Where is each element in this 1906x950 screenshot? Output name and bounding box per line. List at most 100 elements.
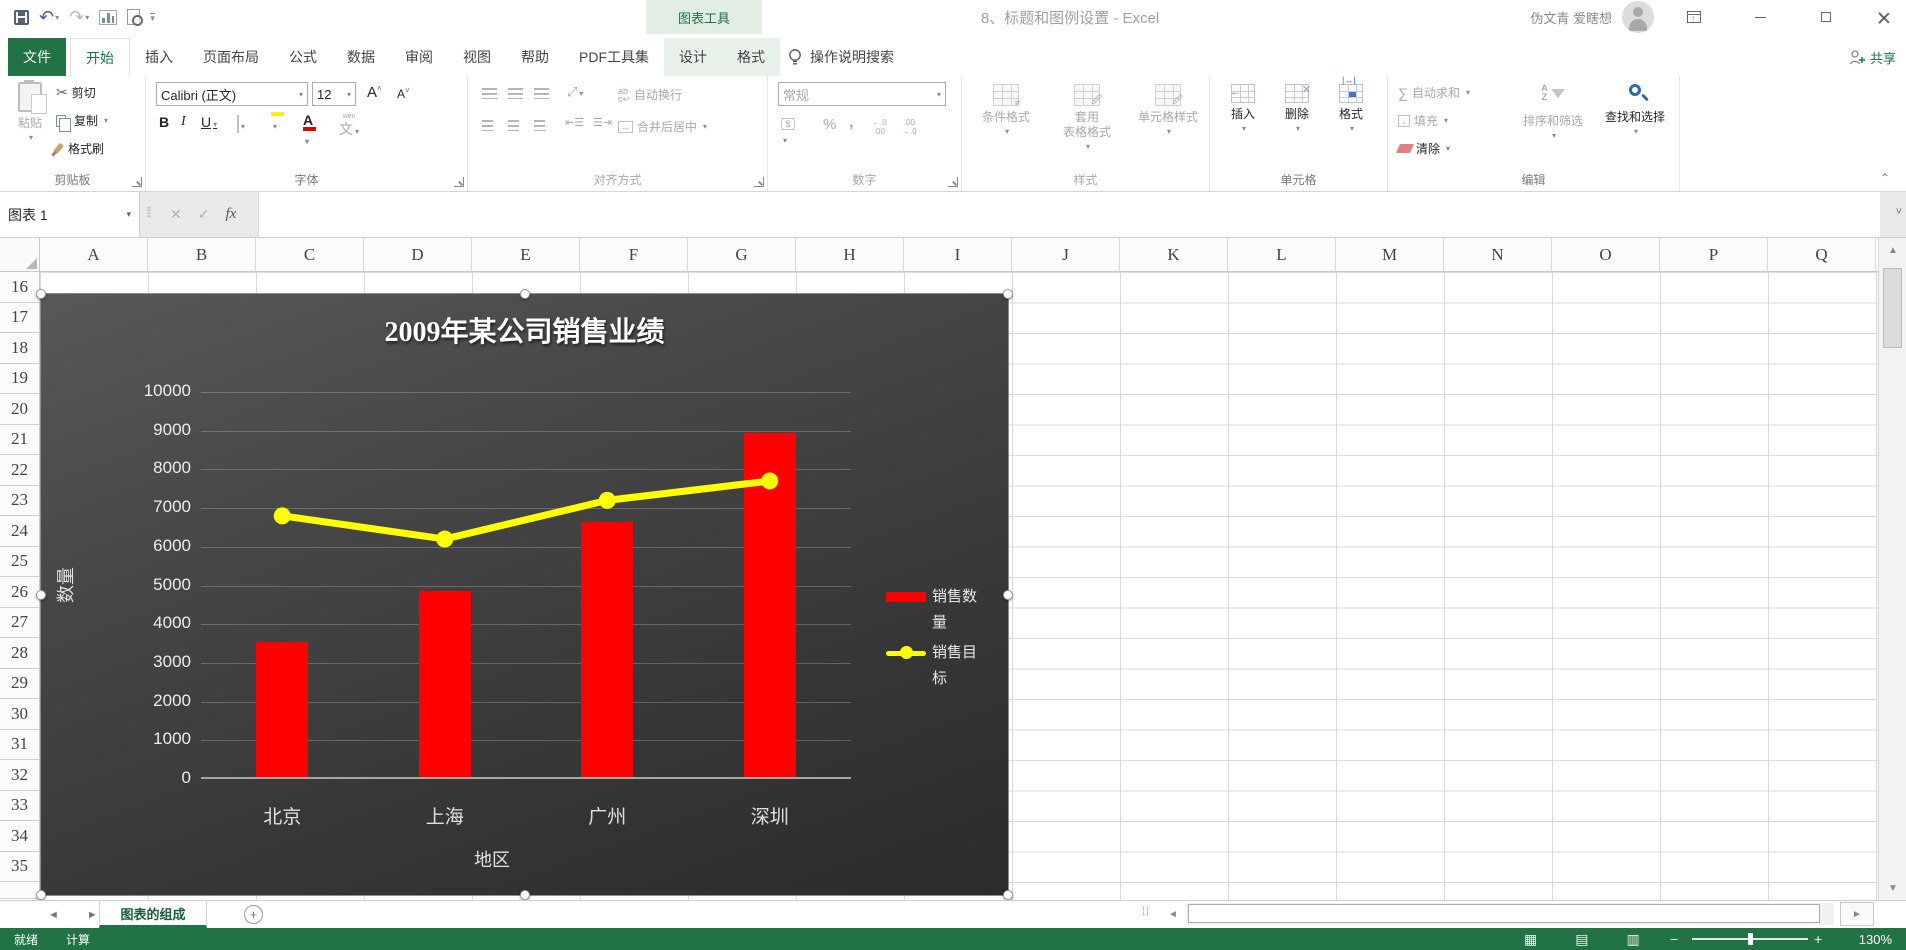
row-header-16[interactable]: 16 xyxy=(0,272,40,303)
chart-tool-button[interactable] xyxy=(99,9,118,25)
tab-file[interactable]: 文件 xyxy=(8,38,66,76)
account-name[interactable]: 伪文青 爱瞎想 xyxy=(1530,0,1612,34)
expand-formula-bar-button[interactable]: ˅ xyxy=(1896,206,1902,218)
currency-button[interactable]: $ xyxy=(778,118,798,146)
column-header-A[interactable]: A xyxy=(40,238,148,271)
comma-button[interactable]: , xyxy=(846,112,857,132)
sheet-tab-active[interactable]: 图表的组成 xyxy=(99,901,207,928)
name-box-dropdown-icon[interactable]: ▾ xyxy=(126,209,131,220)
row-header-18[interactable]: 18 xyxy=(0,333,40,364)
align-middle-icon[interactable] xyxy=(508,88,523,99)
number-format-combo[interactable]: 常规 xyxy=(778,82,946,106)
formula-bar-splitter[interactable]: ⁞⁞ xyxy=(146,204,152,220)
ribbon-display-options-button[interactable] xyxy=(1672,0,1716,34)
tab-页面布局[interactable]: 页面布局 xyxy=(188,38,274,76)
underline-button[interactable]: U xyxy=(198,114,220,130)
customize-qat-button[interactable]: ▾ xyxy=(150,12,155,22)
share-button[interactable]: 共享 xyxy=(1849,38,1896,76)
row-header-19[interactable]: 19 xyxy=(0,363,40,394)
row-header-25[interactable]: 25 xyxy=(0,546,40,577)
legend-item-target[interactable]: 销售目标 xyxy=(886,640,982,692)
copy-button[interactable]: 复制 xyxy=(56,112,108,132)
row-header-30[interactable]: 30 xyxy=(0,699,40,730)
row-header-29[interactable]: 29 xyxy=(0,668,40,699)
merge-center-button[interactable]: ↔ 合并后居中 xyxy=(618,118,707,135)
collapse-ribbon-button[interactable]: ⌃ xyxy=(1880,171,1890,185)
cut-button[interactable]: ✂ 剪切 xyxy=(56,84,96,101)
row-header-34[interactable]: 34 xyxy=(0,821,40,852)
chart-title[interactable]: 2009年某公司销售业绩 xyxy=(41,310,1008,350)
column-header-N[interactable]: N xyxy=(1444,238,1552,271)
orientation-button[interactable]: ⤢ xyxy=(564,84,586,100)
row-header-21[interactable]: 21 xyxy=(0,424,40,455)
column-header-I[interactable]: I xyxy=(904,238,1012,271)
insert-function-button[interactable]: fx xyxy=(225,206,236,223)
chart-handle-mid-left[interactable] xyxy=(36,590,46,600)
tab-帮助[interactable]: 帮助 xyxy=(506,38,564,76)
row-header-partial[interactable] xyxy=(0,882,40,899)
tab-格式[interactable]: 格式 xyxy=(722,38,780,76)
align-right-icon[interactable] xyxy=(534,120,545,131)
column-header-P[interactable]: P xyxy=(1660,238,1768,271)
horizontal-scroll-thumb[interactable] xyxy=(1188,904,1820,923)
data-point-北京[interactable] xyxy=(273,507,291,525)
row-header-31[interactable]: 31 xyxy=(0,729,40,760)
column-header-K[interactable]: K xyxy=(1120,238,1228,271)
phonetic-button[interactable]: wén 文 xyxy=(336,113,362,139)
decrease-decimal-button[interactable]: .00 →.0 xyxy=(902,118,917,136)
minimize-button[interactable] xyxy=(1738,0,1782,34)
chart-handle-top-right[interactable] xyxy=(1003,289,1013,299)
avatar[interactable] xyxy=(1622,1,1654,33)
page-layout-view-icon[interactable]: ▤ xyxy=(1575,931,1588,948)
tab-设计[interactable]: 设计 xyxy=(664,38,722,76)
chart-handle-bottom-mid[interactable] xyxy=(520,890,530,900)
column-header-O[interactable]: O xyxy=(1552,238,1660,271)
column-header-D[interactable]: D xyxy=(364,238,472,271)
redo-dropdown-icon[interactable]: ▾ xyxy=(85,13,89,22)
maximize-button[interactable] xyxy=(1804,0,1848,34)
vertical-scroll-thumb[interactable] xyxy=(1883,268,1902,348)
next-sheet-icon[interactable]: ► xyxy=(87,909,98,921)
tab-视图[interactable]: 视图 xyxy=(448,38,506,76)
sort-filter-button[interactable]: AZ 排序和筛选 xyxy=(1514,84,1592,140)
align-center-icon[interactable] xyxy=(508,120,519,131)
row-header-20[interactable]: 20 xyxy=(0,394,40,425)
clear-button[interactable]: 清除 xyxy=(1395,140,1450,157)
increase-decimal-button[interactable]: ←.0 .00 xyxy=(872,118,887,136)
plot-area[interactable] xyxy=(201,392,851,779)
decrease-indent-icon[interactable]: ⇤☰ xyxy=(562,116,587,129)
chart-handle-mid-right[interactable] xyxy=(1003,590,1013,600)
paste-button[interactable]: 粘贴 xyxy=(8,80,52,142)
chart-legend[interactable]: 销售数量 销售目标 xyxy=(886,584,982,696)
chart-object[interactable]: 2009年某公司销售业绩 数量 地区 销售数量 销售目标 0 1000 2000… xyxy=(36,289,1013,900)
fill-button[interactable]: ↓ 填充 xyxy=(1398,112,1448,129)
column-header-M[interactable]: M xyxy=(1336,238,1444,271)
chart-handle-bottom-left[interactable] xyxy=(36,890,46,900)
row-header-32[interactable]: 32 xyxy=(0,760,40,791)
column-header-E[interactable]: E xyxy=(472,238,580,271)
undo-button[interactable]: ↶ ▾ xyxy=(39,8,59,26)
zoom-in-button[interactable]: + xyxy=(1814,928,1822,950)
row-header-24[interactable]: 24 xyxy=(0,516,40,547)
font-color-button[interactable]: A xyxy=(300,112,319,147)
vertical-scrollbar[interactable]: ▲ ▼ xyxy=(1878,238,1906,900)
line-series-target[interactable] xyxy=(201,392,851,779)
cell-styles-button[interactable]: 🖉 单元格样式 xyxy=(1130,84,1206,136)
zoom-slider-thumb[interactable] xyxy=(1748,933,1753,945)
legend-item-sales[interactable]: 销售数量 xyxy=(886,584,982,636)
tab-PDF工具集[interactable]: PDF工具集 xyxy=(564,38,664,76)
grid-area[interactable]: 16 17 18 19 20 21 22 23 24 25 26 27 28 29 30 31 32 33 34 35… xyxy=(0,272,1878,900)
clipboard-dialog-launcher[interactable] xyxy=(132,177,142,187)
row-header-35[interactable]: 35 xyxy=(0,851,40,882)
tab-开始[interactable]: 开始 xyxy=(70,38,130,76)
close-button[interactable] xyxy=(1862,0,1906,34)
select-all-corner[interactable] xyxy=(0,238,40,271)
tell-me-search[interactable]: 操作说明搜索 xyxy=(788,38,894,76)
increase-font-button[interactable]: A˄ xyxy=(364,84,385,101)
name-box[interactable]: 图表 1 ▾ xyxy=(0,192,140,237)
number-dialog-launcher[interactable] xyxy=(948,177,958,187)
find-select-button[interactable]: 查找和选择 xyxy=(1596,84,1674,136)
row-header-22[interactable]: 22 xyxy=(0,455,40,486)
cancel-formula-button[interactable]: ✕ xyxy=(170,206,182,223)
align-bottom-icon[interactable] xyxy=(534,88,549,99)
